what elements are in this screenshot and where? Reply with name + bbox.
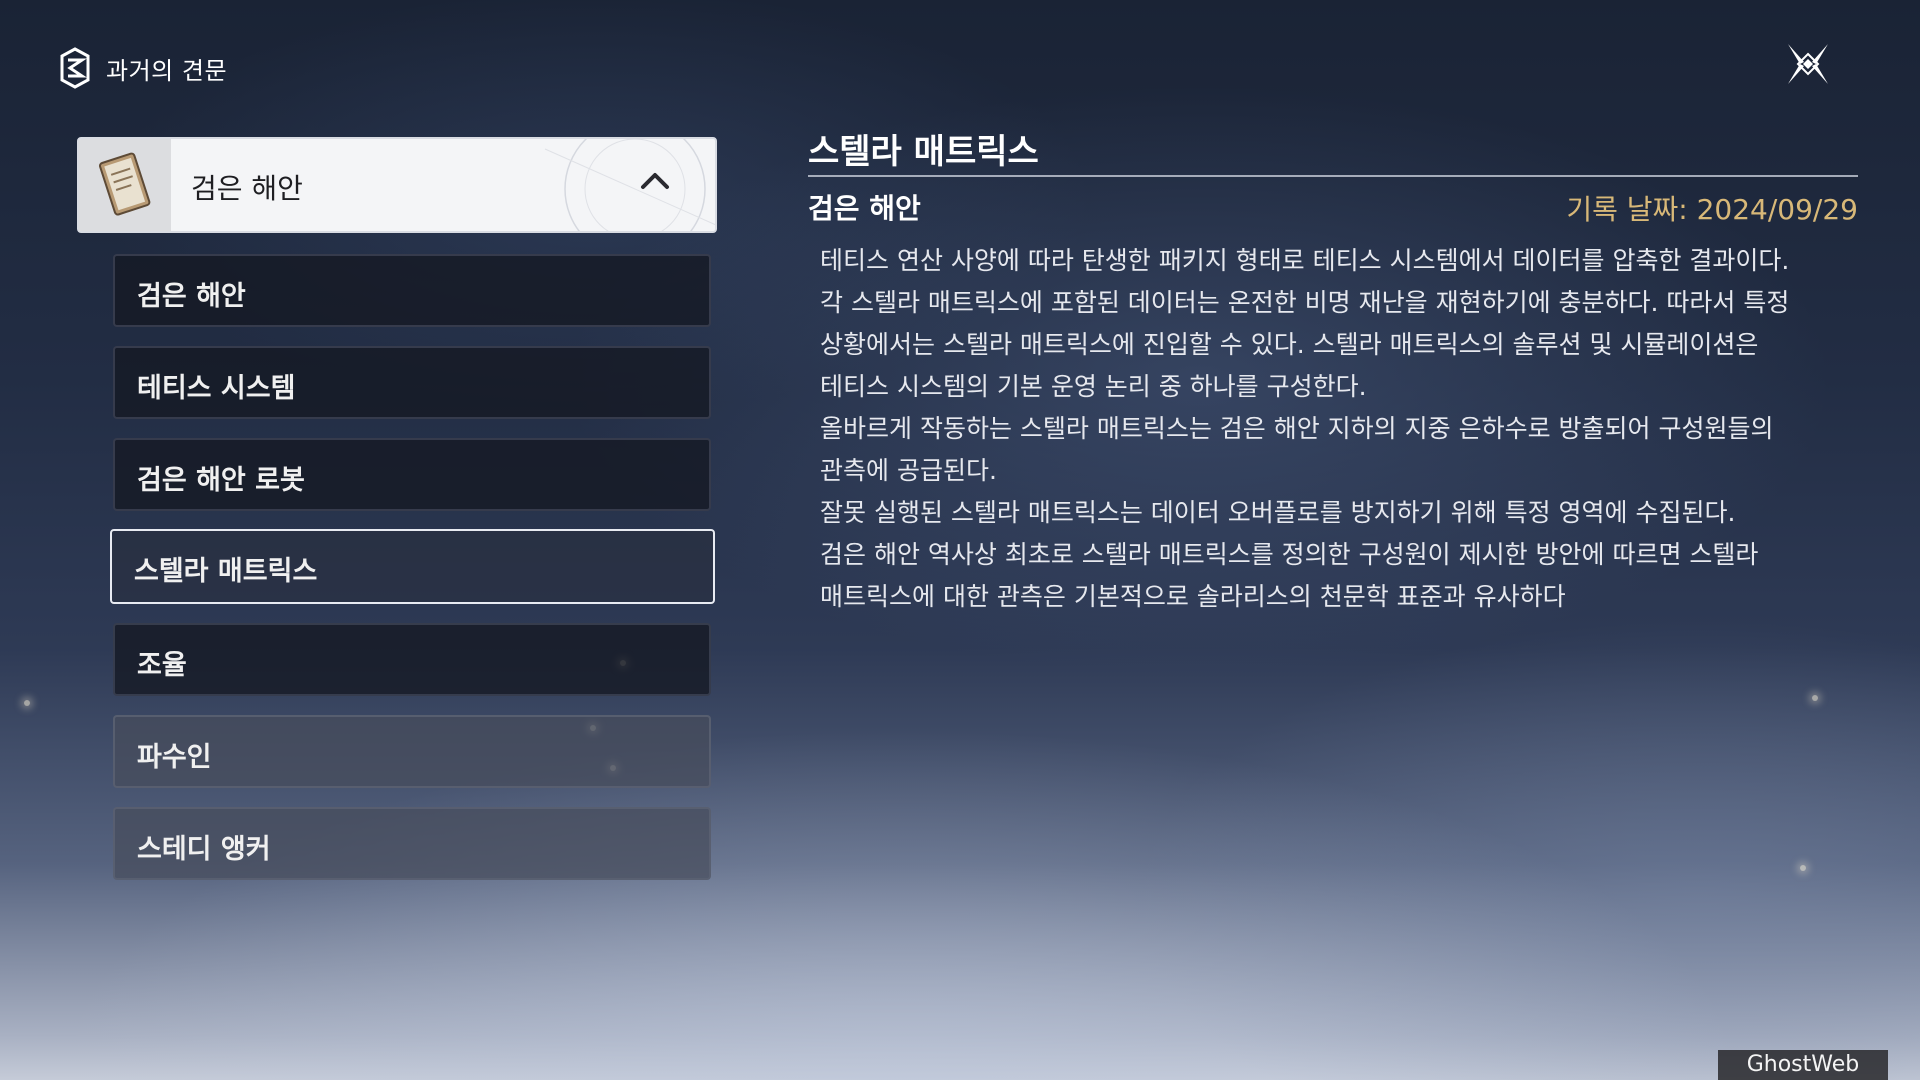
list-item-label: 테티스 시스템 (137, 373, 296, 404)
hexagon-logo-icon (58, 46, 92, 90)
page-title: 과거의 견문 (106, 56, 228, 85)
detail-subtitle: 검은 해안 (808, 192, 921, 225)
book-icon (99, 152, 151, 216)
chevron-up-icon[interactable] (639, 169, 671, 193)
detail-line: 매트릭스에 대한 관측은 기본적으로 솔라리스의 천문학 표준과 유사하다 (820, 582, 1566, 611)
detail-line: 각 스텔라 매트릭스에 포함된 데이터는 온전한 비명 재난을 재현하기에 충분… (820, 288, 1790, 317)
list-item-label: 검은 해안 로봇 (137, 465, 305, 496)
list-item-steady-anchor[interactable]: 스테디 앵커 (113, 807, 711, 880)
record-date: 기록 날짜: 2024/09/29 (1566, 193, 1858, 226)
detail-line: 테티스 연산 사양에 따라 탄생한 패키지 형태로 테티스 시스템에서 데이터를… (820, 246, 1790, 275)
list-item-label: 조율 (137, 650, 187, 681)
close-button[interactable] (1780, 36, 1836, 92)
list-item-label: 스테디 앵커 (137, 834, 271, 865)
list-item-harmony[interactable]: 조율 (113, 623, 711, 696)
divider (808, 175, 1858, 177)
list-item-black-shores-robot[interactable]: 검은 해안 로봇 (113, 438, 711, 511)
category-label: 검은 해안 (191, 172, 303, 205)
decorative-orbit (544, 139, 715, 231)
detail-line: 관측에 공급된다. (820, 456, 997, 485)
detail-body: 테티스 연산 사양에 따라 탄생한 패키지 형태로 테티스 시스템에서 데이터를… (820, 240, 1870, 618)
list-item-sentinel[interactable]: 파수인 (113, 715, 711, 788)
detail-line: 검은 해안 역사상 최초로 스텔라 매트릭스를 정의한 구성원이 제시한 방안에… (820, 540, 1759, 569)
list-item-label: 파수인 (137, 742, 212, 773)
list-item-label: 스텔라 매트릭스 (134, 556, 318, 587)
list-item-stellar-matrix[interactable]: 스텔라 매트릭스 (110, 529, 715, 604)
top-header: 과거의 견문 (58, 46, 227, 90)
detail-line: 상황에서는 스텔라 매트릭스에 진입할 수 있다. 스텔라 매트릭스의 솔루션 … (820, 330, 1759, 359)
detail-line: 올바르게 작동하는 스텔라 매트릭스는 검은 해안 지하의 지중 은하수로 방출… (820, 414, 1774, 443)
close-icon (1788, 44, 1828, 84)
detail-line: 테티스 시스템의 기본 운영 논리 중 하나를 구성한다. (820, 372, 1367, 401)
category-header[interactable]: 검은 해안 (77, 137, 717, 233)
list-item-tethys-system[interactable]: 테티스 시스템 (113, 346, 711, 419)
detail-line: 잘못 실행된 스텔라 매트릭스는 데이터 오버플로를 방지하기 위해 특정 영역… (820, 498, 1736, 527)
list-item-black-shores[interactable]: 검은 해안 (113, 254, 711, 327)
book-thumbnail (79, 139, 171, 231)
list-item-label: 검은 해안 (137, 281, 246, 312)
detail-title: 스텔라 매트릭스 (808, 132, 1039, 172)
watermark: GhostWeb (1718, 1050, 1888, 1080)
